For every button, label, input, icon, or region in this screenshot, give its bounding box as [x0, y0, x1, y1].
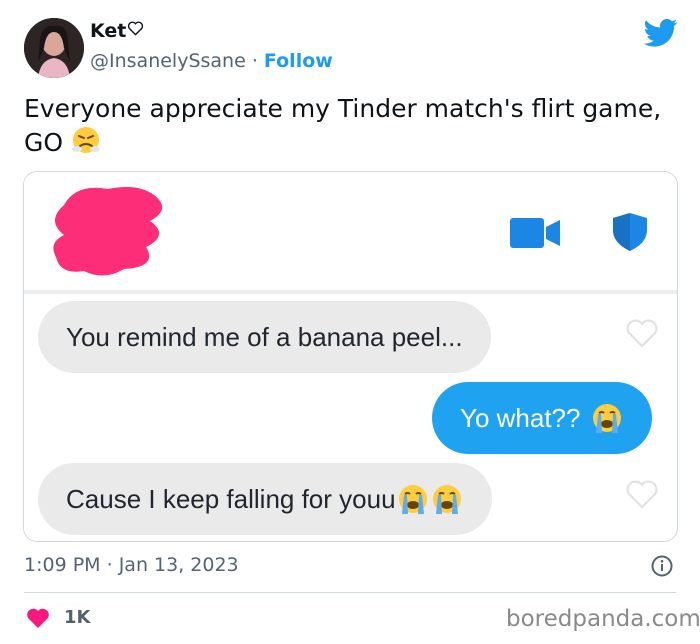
- author-handle[interactable]: @InsanelySsane: [90, 50, 246, 72]
- screenshot-card[interactable]: You remind me of a banana peel... Yo wha…: [23, 171, 678, 542]
- message-text: Yo what??: [460, 402, 581, 433]
- received-message: Cause I keep falling for youu: [38, 463, 492, 535]
- like-message-heart-icon[interactable]: [624, 317, 660, 349]
- twitter-bird-icon[interactable]: [644, 18, 678, 48]
- info-icon[interactable]: [650, 554, 674, 578]
- steam-from-nose-emoji: [72, 127, 101, 153]
- message-text: Cause I keep falling for youu: [66, 483, 396, 514]
- shield-icon[interactable]: [612, 212, 648, 252]
- sent-message: Yo what??: [432, 382, 653, 454]
- video-call-icon[interactable]: [510, 218, 560, 248]
- avatar-photo: [24, 18, 84, 78]
- received-message: You remind me of a banana peel...: [38, 301, 491, 373]
- author-name[interactable]: Ket: [90, 20, 144, 42]
- author-avatar[interactable]: [24, 18, 84, 78]
- handle-separator: ·: [251, 50, 258, 72]
- tweet-time: 1:09 PM: [24, 554, 101, 576]
- loudly-crying-emoji: [593, 404, 622, 433]
- tweet-body: Everyone appreciate my Tinder match's fl…: [24, 94, 662, 157]
- tweet-text: Everyone appreciate my Tinder match's fl…: [24, 93, 684, 159]
- loudly-crying-emoji: [432, 485, 461, 514]
- message-text: You remind me of a banana peel...: [66, 321, 463, 352]
- like-count[interactable]: 1K: [64, 607, 90, 628]
- loudly-crying-emoji: [398, 485, 427, 514]
- timestamp-separator: ·: [106, 554, 113, 576]
- tweet-date: Jan 13, 2023: [118, 554, 239, 576]
- tweet-divider: [24, 592, 676, 593]
- heart-outline-icon: [128, 21, 144, 36]
- tweet-timestamp[interactable]: 1:09 PM · Jan 13, 2023: [24, 554, 239, 576]
- like-message-heart-icon[interactable]: [624, 478, 660, 510]
- chat-header: [24, 172, 677, 290]
- author-handle-row: @InsanelySsane · Follow: [90, 50, 333, 72]
- follow-button[interactable]: Follow: [264, 50, 333, 72]
- redaction-scribble: [53, 187, 163, 276]
- author-name-text: Ket: [90, 20, 127, 42]
- watermark: boredpanda.com: [506, 606, 700, 632]
- chat-header-divider: [24, 290, 677, 294]
- like-heart-icon[interactable]: [26, 607, 50, 629]
